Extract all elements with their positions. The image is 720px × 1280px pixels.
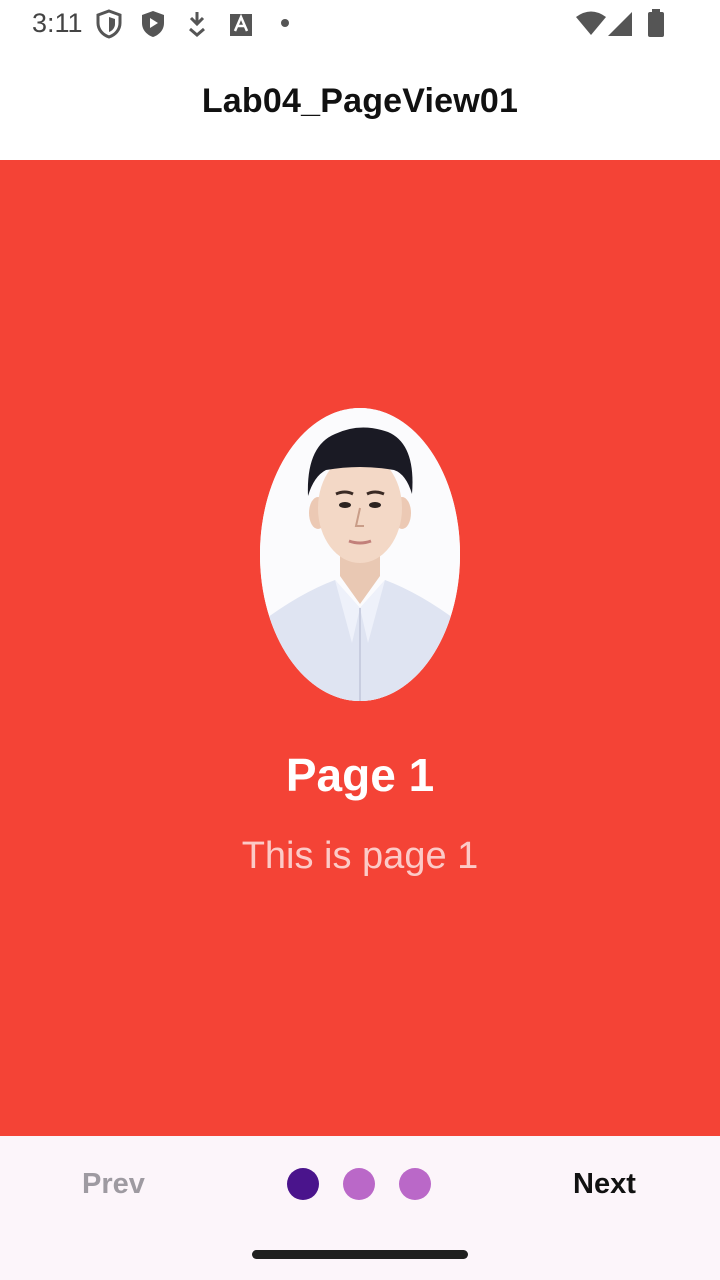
download-arrow-icon: [189, 12, 205, 37]
page-title: Page 1: [285, 749, 435, 801]
app-bar: Lab04_PageView01: [0, 50, 720, 160]
status-bar: 3:11: [0, 0, 720, 50]
page-dot-active[interactable]: [287, 1168, 319, 1200]
page-subtitle: This is page 1: [241, 835, 479, 877]
font-a-icon: [230, 13, 252, 36]
app-title: Lab04_PageView01: [201, 81, 519, 120]
wifi-icon: [576, 11, 606, 35]
prev-button[interactable]: Prev: [82, 1166, 145, 1202]
status-time: 3:11: [32, 8, 83, 38]
play-shield-icon: [142, 11, 164, 37]
battery-icon: [648, 9, 664, 37]
page-view[interactable]: Page 1 This is page 1: [0, 160, 720, 1136]
dot-icon: [281, 19, 289, 27]
person-photo: [260, 408, 460, 701]
avatar: [260, 408, 460, 701]
cellular-signal-icon: [608, 12, 632, 36]
home-indicator[interactable]: [252, 1250, 468, 1259]
next-button[interactable]: Next: [573, 1166, 636, 1202]
shield-outline-icon: [96, 9, 122, 39]
page-dot[interactable]: [399, 1168, 431, 1200]
page-dot[interactable]: [343, 1168, 375, 1200]
page-indicator: [287, 1168, 437, 1200]
